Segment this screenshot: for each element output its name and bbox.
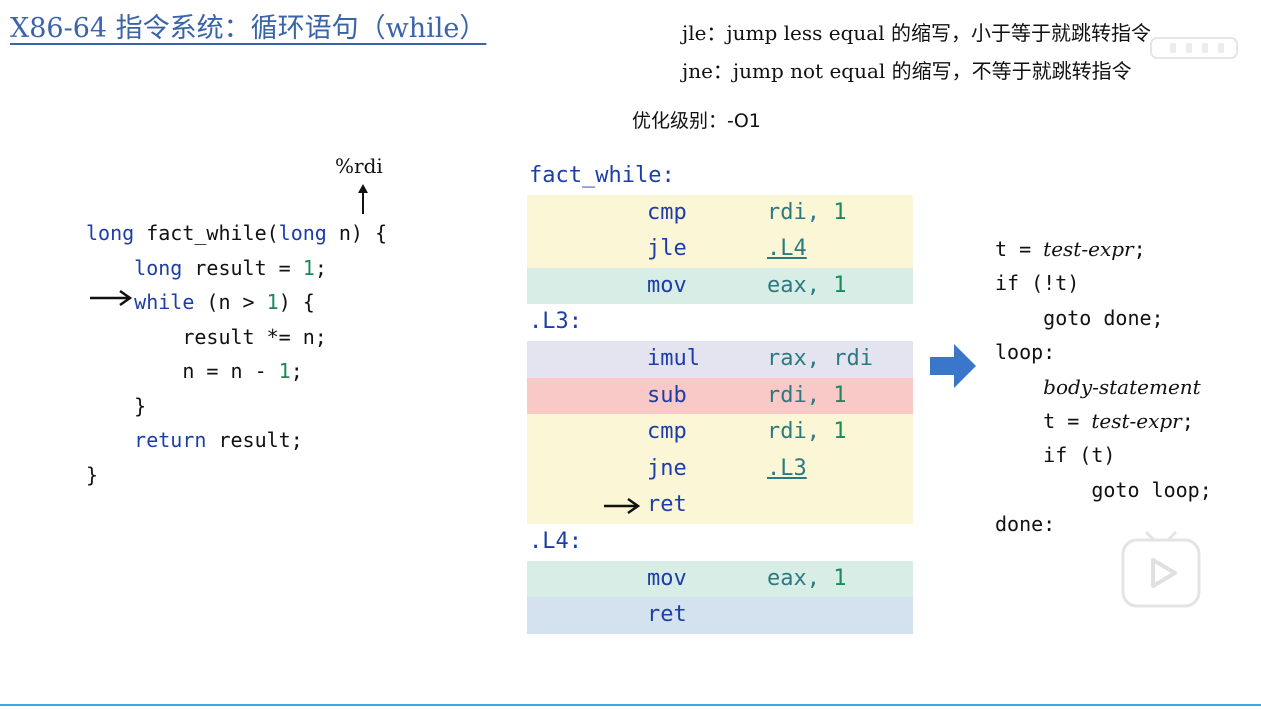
label-l4: .L4: xyxy=(529,528,582,554)
code-line: if (!t) xyxy=(995,271,1080,296)
up-arrow-icon xyxy=(358,184,368,214)
goto-pseudocode: t = test-expr; if (!t) goto done; loop: … xyxy=(995,232,1212,542)
label-fact-while: fact_while: xyxy=(529,163,675,188)
asm-label-row: .L3: xyxy=(527,304,913,341)
code-line: result *= n; xyxy=(86,324,327,349)
code-line: n = n - 1; xyxy=(86,359,303,383)
right-arrow-icon xyxy=(604,497,641,515)
code-line: } xyxy=(86,393,147,418)
asm-row: mov eax, 1 xyxy=(527,560,913,598)
asm-row: ret xyxy=(527,597,913,634)
code-line: loop: xyxy=(995,340,1056,365)
jle-note: jle：jump less equal 的缩写，小于等于就跳转指令 xyxy=(682,21,1151,45)
jne-note: jne：jump not equal 的缩写，不等于就跳转指令 xyxy=(682,59,1132,83)
asm-row: jle .L4 xyxy=(527,231,913,268)
code-line: long result = 1; xyxy=(134,255,327,280)
asm-row: mov eax, 1 xyxy=(527,267,913,305)
asm-row: jne .L3 xyxy=(527,450,913,488)
code-line: if (t) xyxy=(995,443,1116,468)
asm-row: imul rax, rdi xyxy=(527,340,913,378)
slide-title: X86-64 指令系统：循环语句（while） xyxy=(10,13,487,44)
asm-label-row: fact_while: xyxy=(527,158,913,195)
asm-label-row: .L4: xyxy=(527,524,913,561)
c-source-code: long fact_while(long n) { long result = … xyxy=(86,216,387,492)
assembly-listing: fact_while: cmp rdi, 1 jle .L4 mov eax, 1 .… xyxy=(527,158,913,634)
watermark-logo-icon xyxy=(1150,37,1238,59)
link-l4[interactable]: .L4 xyxy=(767,236,807,261)
asm-row: sub rdi, 1 xyxy=(527,377,913,415)
code-line: t = test-expr; xyxy=(995,237,1146,261)
asm-row: ret xyxy=(527,487,913,524)
code-line: t = test-expr; xyxy=(995,408,1194,433)
code-line: while (n > 1) { xyxy=(134,290,315,314)
label-l3: .L3: xyxy=(529,309,582,335)
rdi-annotation: %rdi xyxy=(335,154,383,178)
code-line: return result; xyxy=(134,428,303,452)
code-line: body-statement xyxy=(1043,374,1201,399)
play-icon[interactable] xyxy=(1120,528,1202,610)
bottom-divider xyxy=(0,704,1261,706)
asm-row: cmp rdi, 1 xyxy=(527,194,913,232)
code-line: long fact_while(long n) { xyxy=(86,221,388,245)
optimization-level: 优化级别：-O1 xyxy=(632,110,761,132)
code-line: } xyxy=(86,462,99,487)
asm-row: cmp rdi, 1 xyxy=(527,414,913,451)
block-arrow-right-icon xyxy=(930,344,976,388)
code-line: goto done; xyxy=(995,305,1164,330)
code-line: goto loop; xyxy=(995,477,1212,502)
link-l3[interactable]: .L3 xyxy=(767,456,807,481)
